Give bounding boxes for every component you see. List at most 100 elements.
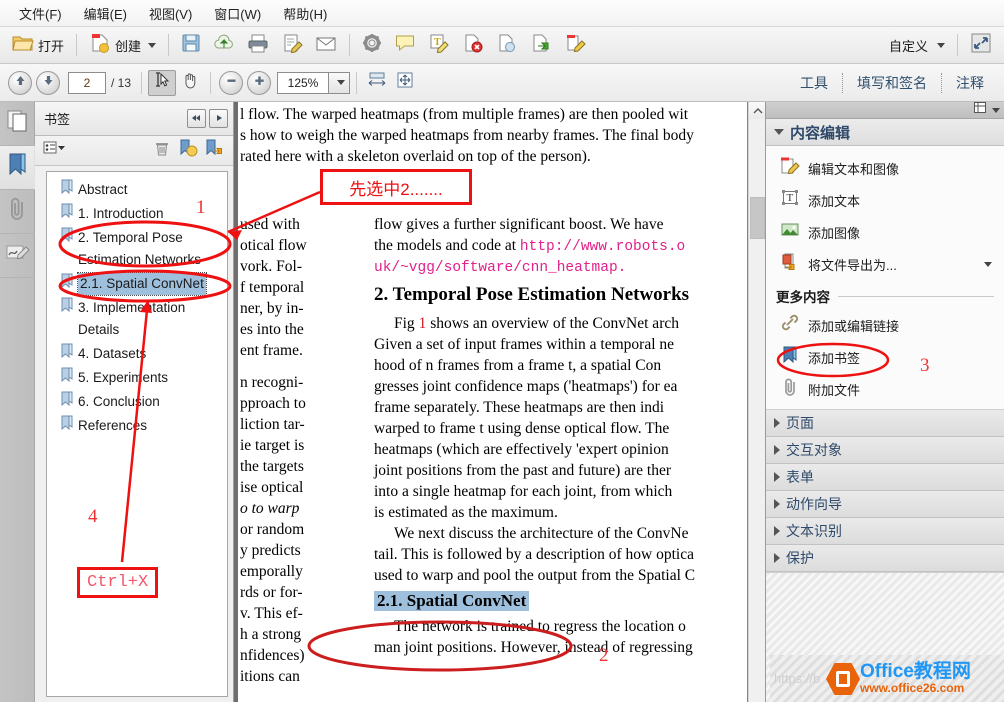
watermark-faint-url: https://b bbox=[774, 671, 821, 686]
zoom-level-input[interactable]: 125% bbox=[277, 71, 330, 94]
select-text-icon bbox=[153, 71, 171, 94]
rp-add-image-row[interactable]: 添加图像 bbox=[766, 216, 1004, 248]
delete-page-button[interactable] bbox=[456, 30, 490, 60]
doc-heading-2-1[interactable]: 2.1. Spatial ConvNet bbox=[374, 591, 530, 611]
doc-link-2[interactable]: uk/~vgg/software/cnn_heatmap. bbox=[374, 258, 744, 279]
nav-tab-fill-sign[interactable]: 填写和签名 bbox=[843, 69, 941, 97]
create-button[interactable]: 创建 bbox=[83, 30, 162, 60]
rp-edit-text-image-row[interactable]: 编辑文本和图像 bbox=[766, 152, 1004, 184]
menu-view[interactable]: 视图(V) bbox=[138, 1, 203, 26]
page-number-input[interactable]: 2 bbox=[68, 71, 106, 94]
hand-tool-button[interactable] bbox=[176, 70, 204, 96]
rp-section-protect[interactable]: 保护 bbox=[766, 545, 1004, 572]
rp-section-ocr[interactable]: 文本识别 bbox=[766, 518, 1004, 545]
rp-section-pages[interactable]: 页面 bbox=[766, 410, 1004, 437]
sidebar-rail-bookmarks[interactable] bbox=[0, 146, 35, 190]
nav-tab-comment[interactable]: 注释 bbox=[942, 69, 998, 97]
list-item[interactable]: 2.1. Spatial ConvNet bbox=[47, 272, 227, 296]
comment-button[interactable] bbox=[388, 30, 422, 60]
list-item[interactable]: References bbox=[47, 414, 227, 438]
rp-section-title: 内容编辑 bbox=[790, 124, 851, 142]
bookmark-item-icon bbox=[61, 297, 73, 318]
menu-window[interactable]: 窗口(W) bbox=[203, 1, 272, 26]
menu-file[interactable]: 文件(F) bbox=[8, 1, 73, 26]
bookmark-label: 2.1. Spatial ConvNet bbox=[77, 272, 207, 296]
menu-edit[interactable]: 编辑(E) bbox=[73, 1, 138, 26]
rp-section-forms[interactable]: 表单 bbox=[766, 464, 1004, 491]
customize-button[interactable]: 自定义 bbox=[883, 30, 951, 60]
list-item[interactable]: 4. Datasets bbox=[47, 342, 227, 366]
rp-attach-file-row[interactable]: 附加文件 bbox=[766, 373, 1004, 405]
scrollbar-thumb[interactable] bbox=[750, 197, 765, 239]
panel-view-icon[interactable] bbox=[974, 101, 987, 119]
document-viewer[interactable]: l flow. The warped heatmaps (from multip… bbox=[234, 102, 765, 702]
list-item[interactable]: 2. Temporal Pose Estimation Networks bbox=[47, 226, 227, 272]
new-bookmark-icon bbox=[178, 138, 198, 163]
doc-left-line: nfidences) bbox=[240, 647, 305, 664]
sidebar-rail-attachments[interactable] bbox=[0, 190, 35, 234]
bookmark-options-button[interactable] bbox=[41, 139, 67, 163]
edit-page-button[interactable] bbox=[558, 30, 592, 60]
rp-export-file-row[interactable]: 将文件导出为... bbox=[766, 248, 1004, 280]
fullscreen-button[interactable] bbox=[964, 30, 998, 60]
chevron-down-icon[interactable] bbox=[992, 107, 1000, 113]
doc-left-line: ner, by in- bbox=[240, 300, 304, 317]
sidebar-rail-signatures[interactable] bbox=[0, 234, 35, 278]
fit-page-button[interactable] bbox=[391, 70, 419, 96]
rp-section-content-edit-header[interactable]: 内容编辑 bbox=[766, 119, 1004, 146]
delete-bookmark-button[interactable] bbox=[149, 139, 175, 163]
fit-width-button[interactable] bbox=[363, 70, 391, 96]
doc-figure-ref[interactable]: 1 bbox=[419, 315, 427, 332]
create-label: 创建 bbox=[115, 38, 142, 54]
nav-tab-tools[interactable]: 工具 bbox=[786, 69, 842, 97]
prev-page-button[interactable] bbox=[8, 70, 32, 95]
upload-cloud-button[interactable] bbox=[207, 30, 241, 60]
select-text-tool-button[interactable] bbox=[148, 69, 177, 96]
export-page-button[interactable] bbox=[524, 30, 558, 60]
toolbar-sep-2 bbox=[168, 34, 170, 56]
zoom-dropdown-button[interactable] bbox=[329, 71, 351, 94]
list-item[interactable]: 1. Introduction bbox=[47, 202, 227, 226]
zoom-out-button[interactable] bbox=[219, 70, 244, 95]
copy-page-button[interactable] bbox=[490, 30, 524, 60]
list-item[interactable]: 3. Implementation Details bbox=[47, 296, 227, 342]
bookmarks-panel-title: 书签 bbox=[44, 112, 71, 127]
rp-row-label: 添加或编辑链接 bbox=[808, 318, 900, 334]
rp-add-bookmark-row[interactable]: 添加书签 bbox=[766, 341, 1004, 373]
settings-button[interactable] bbox=[356, 30, 388, 60]
document-scrollbar[interactable] bbox=[748, 102, 765, 702]
comment-icon bbox=[394, 33, 416, 58]
email-button[interactable] bbox=[309, 30, 343, 60]
scroll-up-button[interactable] bbox=[749, 102, 765, 119]
rp-add-text-row[interactable]: T 添加文本 bbox=[766, 184, 1004, 216]
edit-text-image-icon bbox=[780, 156, 800, 180]
chevron-down-icon[interactable] bbox=[984, 261, 992, 267]
save-button[interactable] bbox=[175, 30, 207, 60]
highlight-text-button[interactable]: T bbox=[422, 30, 456, 60]
new-bookmark-button[interactable] bbox=[175, 139, 201, 163]
goto-bookmark-button[interactable] bbox=[201, 139, 227, 163]
email-icon bbox=[315, 33, 337, 58]
doc-link-1[interactable]: http://www.robots.o bbox=[520, 239, 685, 255]
sign-button[interactable] bbox=[275, 30, 309, 60]
list-item[interactable]: 6. Conclusion bbox=[47, 390, 227, 414]
panel-expand-right-button[interactable] bbox=[209, 109, 228, 128]
delete-page-icon bbox=[462, 33, 484, 58]
bookmark-item-icon bbox=[61, 367, 73, 388]
rp-add-edit-link-row[interactable]: 添加或编辑链接 bbox=[766, 309, 1004, 341]
open-button[interactable]: 打开 bbox=[6, 30, 70, 60]
print-button[interactable] bbox=[241, 30, 275, 60]
sidebar-rail-pages[interactable] bbox=[0, 102, 35, 146]
doc-left-line: otical flow bbox=[240, 237, 307, 254]
chevron-up-icon bbox=[753, 102, 763, 120]
rp-section-title: 表单 bbox=[786, 469, 814, 485]
list-item[interactable]: 5. Experiments bbox=[47, 366, 227, 390]
panel-collapse-left-button[interactable] bbox=[187, 109, 206, 128]
zoom-in-button[interactable] bbox=[247, 70, 272, 95]
rp-section-action-wizard[interactable]: 动作向导 bbox=[766, 491, 1004, 518]
bookmark-list[interactable]: Abstract 1. Introduction 2. Temporal Pos… bbox=[46, 171, 228, 697]
next-page-button[interactable] bbox=[36, 70, 60, 95]
list-item[interactable]: Abstract bbox=[47, 178, 227, 202]
menu-help[interactable]: 帮助(H) bbox=[272, 1, 338, 26]
rp-section-interactive[interactable]: 交互对象 bbox=[766, 437, 1004, 464]
